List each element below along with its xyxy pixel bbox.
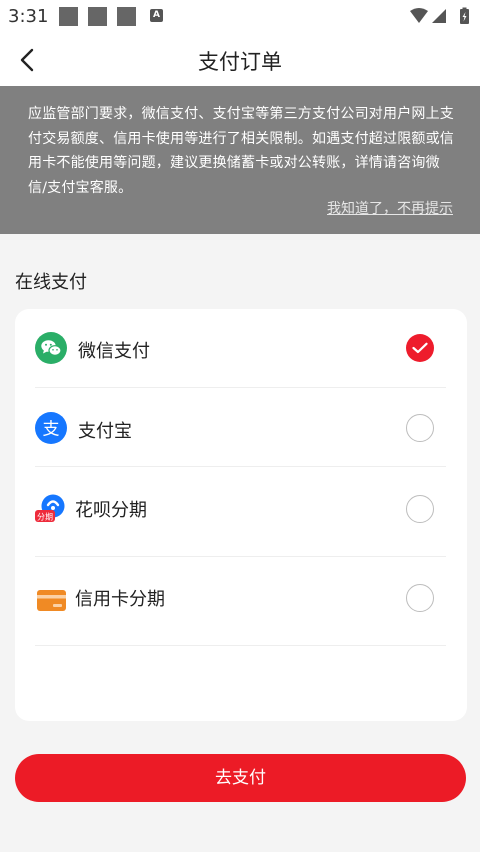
notice-text: 应监管部门要求，微信支付、支付宝等第三方支付公司对用户网上支付交易额度、信用卡使… xyxy=(28,106,454,196)
dismiss-notice-link[interactable]: 我知道了，不再提示 xyxy=(327,198,453,218)
notice-banner: 应监管部门要求，微信支付、支付宝等第三方支付公司对用户网上支付交易额度、信用卡使… xyxy=(0,86,480,234)
section-title: 在线支付 xyxy=(15,272,87,293)
payment-option-alipay[interactable]: 支 支付宝 xyxy=(35,388,446,467)
pay-button[interactable]: 去支付 xyxy=(15,754,466,802)
payment-option-label: 支付宝 xyxy=(78,421,132,442)
unselected-radio[interactable] xyxy=(406,584,434,612)
nav-bar: 支付订单 xyxy=(0,34,480,86)
payment-option-credit-card[interactable]: 信用卡分期 xyxy=(35,557,446,646)
payment-options-card: 微信支付 支 支付宝 分期 花呗分期 信用卡分期 xyxy=(15,309,467,721)
status-bar: 3:31 A xyxy=(0,0,480,34)
divider xyxy=(35,645,446,646)
signal-icon xyxy=(432,9,446,23)
unselected-radio[interactable] xyxy=(406,414,434,442)
selected-radio[interactable] xyxy=(406,334,434,362)
status-time: 3:31 xyxy=(8,6,49,27)
payment-option-label: 微信支付 xyxy=(78,341,150,362)
page-title: 支付订单 xyxy=(198,50,282,74)
checkmark-icon xyxy=(412,342,428,354)
unselected-radio[interactable] xyxy=(406,495,434,523)
payment-option-wechat[interactable]: 微信支付 xyxy=(35,309,446,388)
payment-option-huabei[interactable]: 分期 花呗分期 xyxy=(35,467,446,557)
wechat-pay-icon xyxy=(35,332,67,364)
payment-option-label: 花呗分期 xyxy=(75,500,147,521)
credit-card-icon xyxy=(37,590,66,611)
wifi-icon xyxy=(410,8,428,23)
keyboard-indicator-icon: A xyxy=(150,9,163,22)
notification-icon xyxy=(88,7,107,26)
svg-text:支: 支 xyxy=(43,420,60,440)
huabei-icon: 分期 xyxy=(35,494,65,522)
huabei-badge-text: 分期 xyxy=(37,513,53,522)
alipay-icon: 支 xyxy=(35,412,67,444)
notification-icon xyxy=(59,7,78,26)
payment-option-label: 信用卡分期 xyxy=(75,589,165,610)
notification-icon xyxy=(117,7,136,26)
system-status-icons xyxy=(410,7,469,24)
